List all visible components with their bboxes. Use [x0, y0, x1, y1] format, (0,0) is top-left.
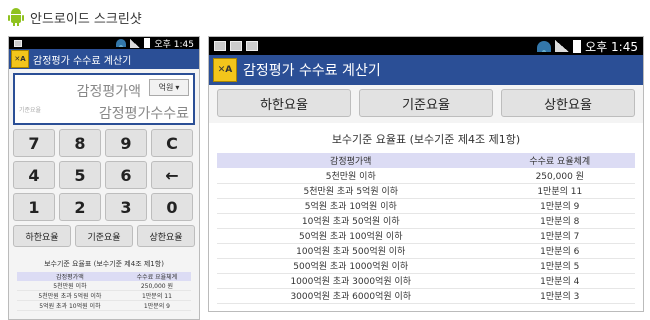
- key-0[interactable]: 0: [151, 193, 193, 221]
- table-cell: 3000억원 초과 6000억원 이하: [217, 288, 485, 304]
- base-rate-button[interactable]: 기준요율: [75, 225, 133, 247]
- table-cell: 5억원 초과 10억원 이하: [17, 300, 123, 311]
- table-row: 500억원 초과 1000억원 이하 1만분의 5: [217, 258, 635, 274]
- fee-table: 감정평가액 수수료 요율체계 5천만원 이하 250,000 원 5천만원 초과…: [217, 153, 635, 304]
- table-row: 5억원 초과 10억원 이하 1만분의 9: [17, 300, 191, 311]
- android-icon: [8, 8, 24, 26]
- calculator-display: 감정평가액 억원 ▾ 기준요율 감정평가수수료: [13, 73, 195, 125]
- table-cell: 50억원 초과 100억원 이하: [217, 228, 485, 244]
- table-row: 5천만원 초과 5억원 이하 1만분의 11: [17, 290, 191, 301]
- status-time: 오후 1:45: [154, 39, 194, 50]
- key-5[interactable]: 5: [59, 161, 101, 189]
- table-row: 3000억원 초과 6000억원 이하 1만분의 3: [217, 288, 635, 304]
- base-rate-button[interactable]: 기준요율: [359, 89, 493, 117]
- calculator-app-icon: ✕A: [213, 58, 237, 82]
- fee-table-title: 보수기준 요율표 (보수기준 제4조 제1항): [44, 260, 164, 268]
- high-rate-button[interactable]: 상한요율: [501, 89, 635, 117]
- table-cell: 1000억원 초과 3000억원 이하: [217, 273, 485, 289]
- key-1[interactable]: 1: [13, 193, 55, 221]
- key-8[interactable]: 8: [59, 129, 101, 157]
- app-titlebar: ✕A 감정평가 수수료 계산기: [9, 49, 199, 69]
- table-header: 수수료 요율체계: [484, 153, 635, 168]
- app-title: 감정평가 수수료 계산기: [243, 63, 381, 79]
- key-6[interactable]: 6: [105, 161, 147, 189]
- low-rate-button[interactable]: 하한요율: [13, 225, 71, 247]
- table-row: 10억원 초과 50억원 이하 1만분의 8: [217, 213, 635, 229]
- status-bar: 오후 1:45: [9, 37, 199, 50]
- key-backspace[interactable]: ←: [151, 161, 193, 189]
- dropdown-arrow-icon: ▾: [175, 83, 180, 92]
- app-title: 감정평가 수수료 계산기: [33, 55, 132, 67]
- signal-icon: [130, 38, 141, 48]
- table-row: 1000억원 초과 3000억원 이하 1만분의 4: [217, 273, 635, 289]
- rate-buttons: 하한요율 기준요율 상한요율: [9, 221, 199, 247]
- signal-icon: [555, 40, 570, 52]
- table-row: 5억원 초과 10억원 이하 1만분의 9: [217, 198, 635, 214]
- table-header: 수수료 요율체계: [122, 272, 191, 281]
- table-cell: 1만분의 7: [484, 228, 635, 244]
- table-cell: 1만분의 9: [484, 198, 635, 214]
- table-cell: 500억원 초과 1000억원 이하: [217, 258, 485, 274]
- key-clear[interactable]: C: [151, 129, 193, 157]
- table-row: 50억원 초과 100억원 이하 1만분의 7: [217, 228, 635, 244]
- table-cell: 5억원 초과 10억원 이하: [217, 198, 485, 214]
- status-bar: 오후 1:45: [209, 37, 643, 55]
- fee-table: 감정평가액 수수료 요율체계 5천만원 이하 250,000 원 5천만원 초과…: [17, 272, 191, 311]
- table-header: 감정평가액: [217, 153, 485, 168]
- table-cell: 1만분의 4: [484, 273, 635, 289]
- table-row: 5천만원 이하 250,000 원: [217, 168, 635, 184]
- caption-text: 안드로이드 스크린샷: [30, 11, 142, 27]
- unit-select-value: 억원: [158, 83, 174, 92]
- table-cell: 5천만원 초과 5억원 이하: [217, 183, 485, 199]
- table-row: 5천만원 초과 5억원 이하 1만분의 11: [217, 183, 635, 199]
- photo-notification-icon: [14, 39, 22, 47]
- key-9[interactable]: 9: [105, 129, 147, 157]
- table-cell: 5천만원 이하: [17, 281, 123, 291]
- fee-table-title: 보수기준 요율표 (보수기준 제4조 제1항): [331, 133, 521, 146]
- wifi-icon: [537, 40, 552, 52]
- table-cell: 5천만원 이하: [217, 168, 485, 184]
- table-cell: 5천만원 초과 5억원 이하: [17, 290, 123, 301]
- calculator-screen: 오후 1:45 ✕A 감정평가 수수료 계산기 감정평가액 억원 ▾ 기준요율 …: [8, 36, 200, 320]
- table-header: 감정평가액: [17, 272, 123, 281]
- table-cell: 1만분의 9: [122, 300, 191, 311]
- status-time: 오후 1:45: [585, 39, 638, 54]
- table-row: 100억원 초과 500억원 이하 1만분의 6: [217, 243, 635, 259]
- table-cell: 1만분의 11: [484, 183, 635, 199]
- table-cell: 250,000 원: [484, 168, 635, 184]
- table-row: 5천만원 이하 250,000 원: [17, 281, 191, 291]
- rate-table-screen: 오후 1:45 ✕A 감정평가 수수료 계산기 하한요율 기준요율 상한요율 보…: [208, 36, 644, 312]
- fee-table-panel: 보수기준 요율표 (보수기준 제4조 제1항) 감정평가액 수수료 요율체계 5…: [209, 123, 643, 311]
- table-cell: 1만분의 3: [484, 288, 635, 304]
- fee-result: 감정평가수수료: [98, 106, 189, 122]
- key-3[interactable]: 3: [105, 193, 147, 221]
- key-4[interactable]: 4: [13, 161, 55, 189]
- battery-icon: [144, 38, 151, 48]
- low-rate-button[interactable]: 하한요율: [217, 89, 351, 117]
- wifi-icon: [116, 39, 127, 47]
- table-cell: 10억원 초과 50억원 이하: [217, 213, 485, 229]
- key-2[interactable]: 2: [59, 193, 101, 221]
- fee-rate-caption: 기준요율: [19, 107, 42, 114]
- caption: 안드로이드 스크린샷: [8, 6, 142, 28]
- key-7[interactable]: 7: [13, 129, 55, 157]
- high-rate-button[interactable]: 상한요율: [137, 225, 195, 247]
- table-cell: 1만분의 8: [484, 213, 635, 229]
- rate-buttons: 하한요율 기준요율 상한요율: [209, 85, 643, 121]
- amount-field[interactable]: 감정평가액: [77, 81, 141, 101]
- table-cell: 1만분의 5: [484, 258, 635, 274]
- table-cell: 100억원 초과 500억원 이하: [217, 243, 485, 259]
- unit-select[interactable]: 억원 ▾: [149, 79, 189, 96]
- table-cell: 1만분의 11: [122, 290, 191, 301]
- image-notification-icon: [230, 41, 242, 51]
- calculator-app-icon: ✕A: [11, 50, 29, 68]
- table-cell: 1만분의 6: [484, 243, 635, 259]
- table-cell: 250,000 원: [122, 281, 191, 291]
- keypad: 7 8 9 C 4 5 6 ← 1 2 3 0: [9, 129, 199, 221]
- photo-notification-icon: [214, 41, 226, 51]
- app-titlebar: ✕A 감정평가 수수료 계산기: [209, 55, 643, 85]
- battery-icon: [573, 39, 582, 53]
- play-notification-icon: [246, 41, 258, 51]
